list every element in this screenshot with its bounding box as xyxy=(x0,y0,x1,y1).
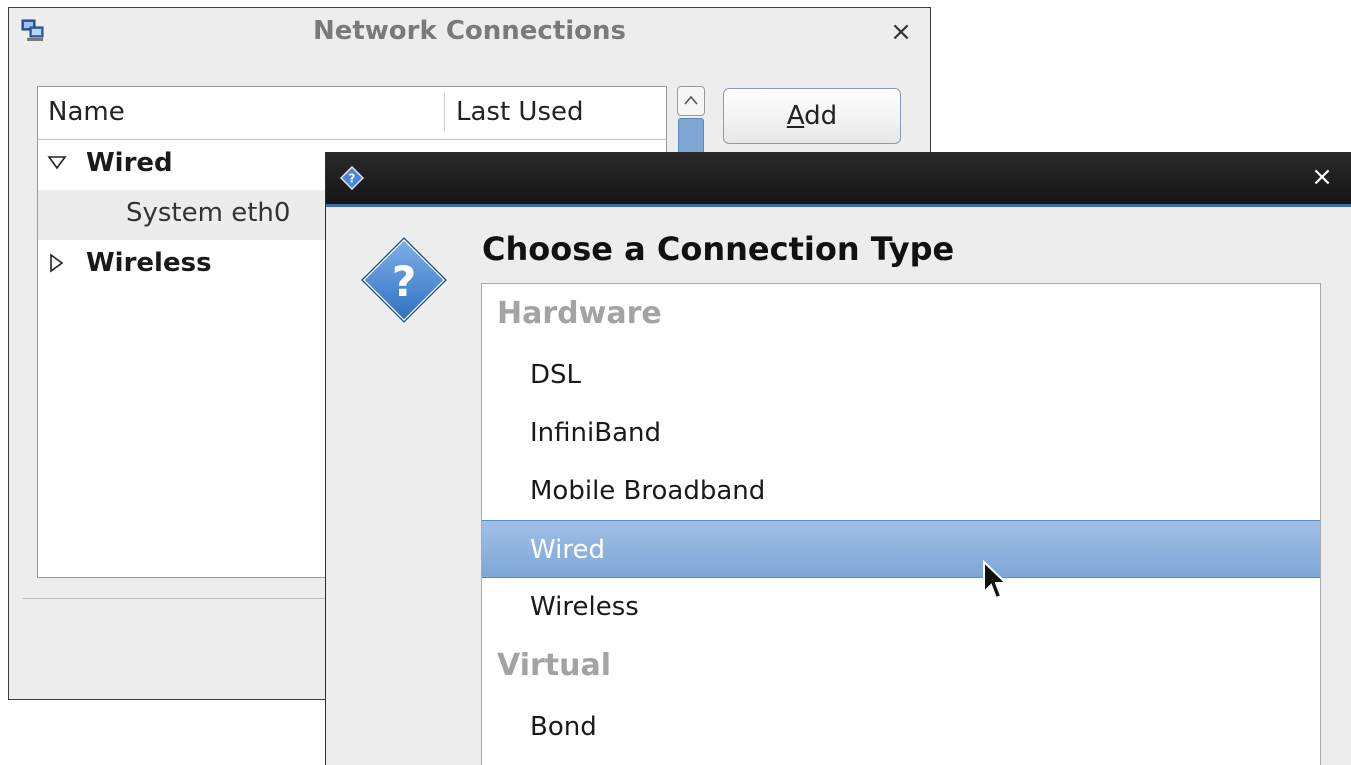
mouse-pointer-icon xyxy=(983,560,1009,600)
list-item-mobile-broadband[interactable]: Mobile Broadband xyxy=(482,462,1320,520)
section-label-virtual: Virtual xyxy=(497,648,611,683)
scroll-up-button[interactable] xyxy=(677,86,705,116)
scroll-up-icon xyxy=(684,95,698,105)
list-item-wireless[interactable]: Wireless xyxy=(482,578,1320,636)
list-item-wired[interactable]: Wired xyxy=(482,520,1320,578)
list-item-bond[interactable]: Bond xyxy=(482,698,1320,756)
window-title: Network Connections xyxy=(312,16,627,46)
add-button-mnemonic: A xyxy=(786,101,805,131)
tree-group-label: Wired xyxy=(86,148,173,178)
titlebar-accent-line xyxy=(326,204,1351,207)
column-header-name[interactable]: Name xyxy=(48,97,125,127)
connection-type-list[interactable]: Hardware DSL InfiniBand Mobile Broadband… xyxy=(481,283,1321,765)
dialog-heading: Choose a Connection Type xyxy=(482,230,955,268)
expander-collapsed-icon[interactable] xyxy=(46,252,68,274)
section-label-hardware: Hardware xyxy=(497,296,662,331)
network-connections-titlebar[interactable]: Network Connections × xyxy=(9,8,930,54)
svg-text:?: ? xyxy=(392,257,416,306)
close-icon[interactable]: × xyxy=(887,18,915,46)
dialog-titlebar[interactable]: ? × xyxy=(326,152,1351,204)
add-button[interactable]: Add xyxy=(723,88,901,144)
list-item-infiniband[interactable]: InfiniBand xyxy=(482,404,1320,462)
column-header-last-used[interactable]: Last Used xyxy=(456,97,584,127)
question-diamond-icon: ? xyxy=(359,235,449,325)
list-item-dsl[interactable]: DSL xyxy=(482,346,1320,404)
question-diamond-icon: ? xyxy=(340,166,364,190)
svg-text:?: ? xyxy=(349,172,356,186)
tree-group-label: Wireless xyxy=(86,248,212,278)
connection-name: System eth0 xyxy=(126,198,291,228)
column-divider[interactable] xyxy=(444,93,445,131)
connection-type-dialog: ? × ? Choose a Connection Type Hardware … xyxy=(325,152,1351,765)
close-icon[interactable]: × xyxy=(1309,164,1335,190)
expander-expanded-icon[interactable] xyxy=(46,152,68,174)
list-header: Name Last Used xyxy=(38,87,666,140)
add-button-label: dd xyxy=(804,101,838,131)
